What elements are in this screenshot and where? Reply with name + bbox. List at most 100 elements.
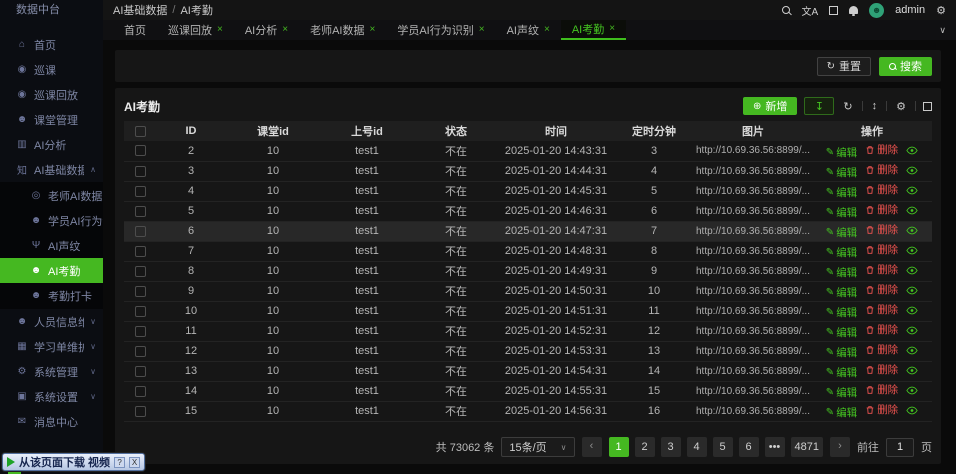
tab-首页[interactable]: 首页 xyxy=(113,20,157,40)
row-checkbox[interactable] xyxy=(135,386,146,397)
close-icon[interactable]: X xyxy=(129,457,140,468)
tab-学员AI行为识别[interactable]: 学员AI行为识别× xyxy=(386,20,495,40)
row-checkbox[interactable] xyxy=(135,145,146,156)
delete-button[interactable]: 删除 xyxy=(865,342,898,357)
delete-button[interactable]: 删除 xyxy=(865,362,898,377)
view-image-button[interactable] xyxy=(906,186,918,195)
row-image-url[interactable]: http://10.69.36.56:8899/... xyxy=(694,321,812,341)
help-button[interactable]: ? xyxy=(114,457,125,468)
edit-button[interactable]: ✎编辑 xyxy=(826,145,857,160)
row-checkbox[interactable] xyxy=(135,266,146,277)
download-toast-label[interactable]: 从该页面下载 视频 xyxy=(19,454,110,470)
sidebar-item-课堂管理[interactable]: ☻课堂管理 xyxy=(0,107,103,132)
tab-close-icon[interactable]: × xyxy=(217,25,223,35)
delete-button[interactable]: 删除 xyxy=(865,222,898,237)
edit-button[interactable]: ✎编辑 xyxy=(826,325,857,340)
page-button-6[interactable]: 6 xyxy=(739,437,759,457)
sidebar-item-考勤打卡[interactable]: ☻考勤打卡 xyxy=(0,283,103,308)
row-checkbox[interactable] xyxy=(135,406,146,417)
delete-button[interactable]: 删除 xyxy=(865,242,898,257)
page-button-1[interactable]: 1 xyxy=(609,437,629,457)
page-button-4[interactable]: 4 xyxy=(687,437,707,457)
delete-button[interactable]: 删除 xyxy=(865,282,898,297)
page-button-3[interactable]: 3 xyxy=(661,437,681,457)
row-checkbox[interactable] xyxy=(135,186,146,197)
next-page-button[interactable]: › xyxy=(830,437,850,457)
row-image-url[interactable]: http://10.69.36.56:8899/... xyxy=(694,361,812,381)
goto-page-input[interactable] xyxy=(886,438,914,457)
username[interactable]: admin xyxy=(895,4,925,16)
view-image-button[interactable] xyxy=(906,226,918,235)
tab-close-icon[interactable]: × xyxy=(370,25,376,35)
page-ellipsis[interactable]: ••• xyxy=(765,437,785,457)
density-icon[interactable]: ↕ xyxy=(870,100,880,112)
view-image-button[interactable] xyxy=(906,366,918,375)
edit-button[interactable]: ✎编辑 xyxy=(826,405,857,420)
download-toast[interactable]: 从该页面下载 视频 ? X xyxy=(2,453,145,471)
edit-button[interactable]: ✎编辑 xyxy=(826,185,857,200)
sidebar-item-AI基础数据[interactable]: 知AI基础数据∧ xyxy=(0,157,103,182)
page-size-select[interactable]: 15条/页 ∨ xyxy=(501,437,574,457)
tab-老师AI数据[interactable]: 老师AI数据× xyxy=(299,20,386,40)
fullscreen-icon[interactable] xyxy=(829,6,838,15)
edit-button[interactable]: ✎编辑 xyxy=(826,265,857,280)
tab-close-icon[interactable]: × xyxy=(609,24,615,34)
page-button-5[interactable]: 5 xyxy=(713,437,733,457)
row-image-url[interactable]: http://10.69.36.56:8899/... xyxy=(694,341,812,361)
sidebar-item-AI考勤[interactable]: ☻AI考勤 xyxy=(0,258,103,283)
column-settings-gear-icon[interactable]: ⚙ xyxy=(894,100,908,113)
edit-button[interactable]: ✎编辑 xyxy=(826,365,857,380)
row-image-url[interactable]: http://10.69.36.56:8899/... xyxy=(694,241,812,261)
avatar[interactable]: ☻ xyxy=(869,3,884,18)
view-image-button[interactable] xyxy=(906,146,918,155)
sidebar-item-AI分析[interactable]: ▥AI分析 xyxy=(0,132,103,157)
edit-button[interactable]: ✎编辑 xyxy=(826,345,857,360)
edit-button[interactable]: ✎编辑 xyxy=(826,385,857,400)
delete-button[interactable]: 删除 xyxy=(865,182,898,197)
sidebar-item-消息中心[interactable]: ✉消息中心 xyxy=(0,409,103,434)
view-image-button[interactable] xyxy=(906,346,918,355)
view-image-button[interactable] xyxy=(906,406,918,415)
view-image-button[interactable] xyxy=(906,166,918,175)
row-image-url[interactable]: http://10.69.36.56:8899/... xyxy=(694,301,812,321)
export-button[interactable]: ↧ xyxy=(804,97,834,115)
sidebar-item-巡课[interactable]: ◉巡课 xyxy=(0,57,103,82)
delete-button[interactable]: 删除 xyxy=(865,262,898,277)
row-image-url[interactable]: http://10.69.36.56:8899/... xyxy=(694,281,812,301)
add-button[interactable]: ⊕ 新增 xyxy=(743,97,797,115)
page-button-2[interactable]: 2 xyxy=(635,437,655,457)
select-all-checkbox[interactable] xyxy=(135,126,146,137)
delete-button[interactable]: 删除 xyxy=(865,202,898,217)
sidebar-item-学员AI行为识别[interactable]: ☻学员AI行为识别 xyxy=(0,208,103,233)
row-checkbox[interactable] xyxy=(135,366,146,377)
row-image-url[interactable]: http://10.69.36.56:8899/... xyxy=(694,261,812,281)
tab-close-icon[interactable]: × xyxy=(544,25,550,35)
page-button-4871[interactable]: 4871 xyxy=(791,437,823,457)
row-image-url[interactable]: http://10.69.36.56:8899/... xyxy=(694,221,812,241)
tab-巡课回放[interactable]: 巡课回放× xyxy=(157,20,234,40)
reset-button[interactable]: ↻ 重置 xyxy=(817,57,871,76)
search-button[interactable]: 搜索 xyxy=(879,57,932,76)
edit-button[interactable]: ✎编辑 xyxy=(826,245,857,260)
delete-button[interactable]: 删除 xyxy=(865,302,898,317)
edit-button[interactable]: ✎编辑 xyxy=(826,205,857,220)
edit-button[interactable]: ✎编辑 xyxy=(826,305,857,320)
row-checkbox[interactable] xyxy=(135,226,146,237)
prev-page-button[interactable]: ‹ xyxy=(582,437,602,457)
sidebar-item-AI声纹[interactable]: ΨAI声纹 xyxy=(0,233,103,258)
row-checkbox[interactable] xyxy=(135,246,146,257)
sidebar-item-首页[interactable]: ⌂首页 xyxy=(0,32,103,57)
tab-overflow-chevron-icon[interactable]: ∨ xyxy=(939,25,956,36)
row-checkbox[interactable] xyxy=(135,346,146,357)
delete-button[interactable]: 删除 xyxy=(865,382,898,397)
table-fullscreen-icon[interactable] xyxy=(923,102,932,111)
view-image-button[interactable] xyxy=(906,206,918,215)
row-image-url[interactable]: http://10.69.36.56:8899/... xyxy=(694,401,812,421)
delete-button[interactable]: 删除 xyxy=(865,142,898,157)
view-image-button[interactable] xyxy=(906,246,918,255)
delete-button[interactable]: 删除 xyxy=(865,402,898,417)
edit-button[interactable]: ✎编辑 xyxy=(826,225,857,240)
search-icon[interactable] xyxy=(782,6,790,14)
row-checkbox[interactable] xyxy=(135,166,146,177)
tab-AI考勤[interactable]: AI考勤× xyxy=(561,20,626,40)
